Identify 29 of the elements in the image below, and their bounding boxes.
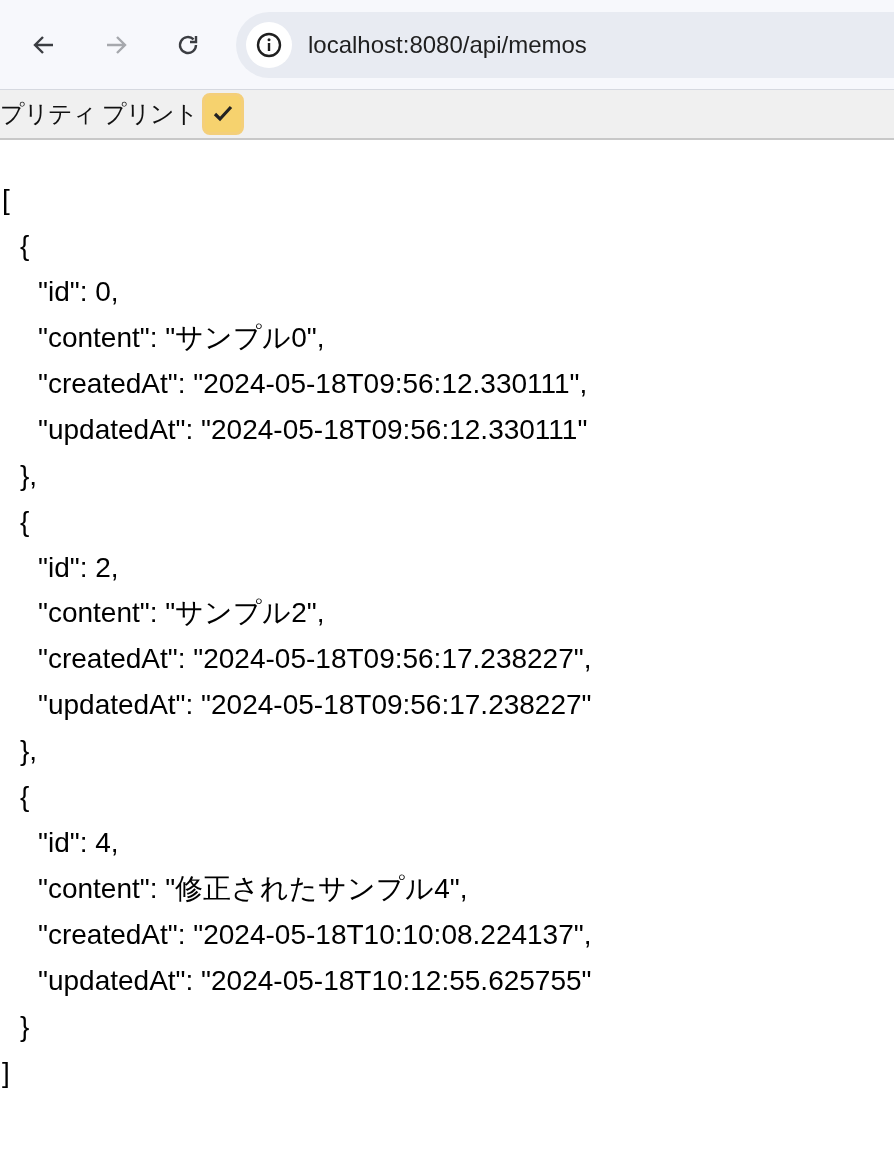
json-text: "id": 2,: [38, 551, 119, 583]
json-text: ]: [2, 1056, 10, 1088]
checkmark-icon: [212, 105, 233, 123]
address-bar[interactable]: localhost:8080/api/memos: [236, 11, 894, 78]
pretty-print-label: プリティ プリント: [0, 99, 198, 129]
json-text: "updatedAt": "2024-05-18T10:12:55.625755": [38, 964, 592, 996]
json-text: "updatedAt": "2024-05-18T09:56:12.330111": [38, 413, 588, 445]
json-text: "content": "修正されたサンプル4",: [38, 873, 468, 905]
site-info-button[interactable]: [246, 21, 292, 68]
json-text: "createdAt": "2024-05-18T10:10:08.224137",: [38, 919, 592, 950]
json-text: "id": 4,: [38, 827, 119, 859]
json-text: "content": "サンプル2",: [38, 597, 325, 629]
json-text: [: [2, 184, 10, 215]
json-text: "id": 0,: [38, 275, 119, 307]
json-text: },: [20, 459, 38, 491]
back-arrow-icon: [33, 33, 55, 56]
json-text: "createdAt": "2024-05-18T09:56:17.238227",: [38, 643, 592, 675]
json-text: {: [20, 229, 30, 261]
json-text: },: [20, 735, 38, 767]
forward-arrow-icon: [105, 33, 127, 56]
info-icon: [256, 31, 282, 58]
json-text: "createdAt": "2024-05-18T09:56:12.330111",: [38, 367, 588, 399]
json-text: "updatedAt": "2024-05-18T09:56:17.238227": [38, 689, 592, 721]
json-text: {: [20, 781, 30, 813]
url-text: localhost:8080/api/memos: [308, 30, 587, 59]
json-text: "content": "サンプル0",: [38, 321, 325, 353]
json-text: }: [20, 1010, 30, 1042]
json-text: {: [20, 505, 30, 537]
pretty-print-checkbox[interactable]: [201, 93, 244, 135]
